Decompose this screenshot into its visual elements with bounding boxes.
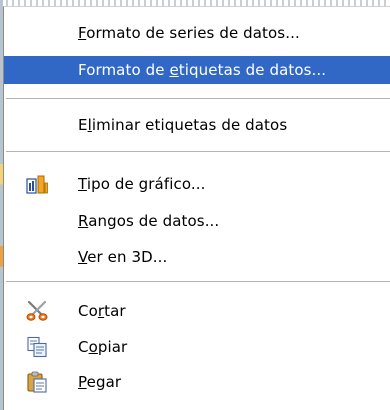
menu-item-format-data-labels[interactable]: Formato de etiquetas de datos... (4, 56, 390, 84)
chart-type-icon (26, 175, 48, 194)
menu-item-label: Formato de series de datos... (78, 24, 300, 42)
menu-item-format-data-series[interactable]: Formato de series de datos... (4, 19, 390, 47)
menu-item-label: Ver en 3D... (78, 248, 168, 266)
paste-icon (27, 371, 47, 393)
menu-item-label: Formato de etiquetas de datos... (78, 61, 327, 79)
copy-icon (27, 336, 47, 358)
menu-separator (6, 151, 390, 152)
menu-item-chart-type[interactable]: Tipo de gráfico... (4, 170, 390, 198)
menu-item-label: Eliminar etiquetas de datos (78, 116, 288, 134)
menu-item-label: Tipo de gráfico... (78, 175, 206, 193)
scissors-icon (26, 300, 48, 321)
menu-item-label: Copiar (78, 338, 128, 356)
menu-item-label: Cortar (78, 302, 126, 320)
menu-separator (6, 98, 390, 99)
menu-item-cut[interactable]: Cortar (4, 297, 390, 325)
menu-item-delete-data-labels[interactable]: Eliminar etiquetas de datos (4, 111, 390, 139)
menu-item-label: Pegar (78, 373, 122, 391)
menu-item-data-ranges[interactable]: Rangos de datos... (4, 207, 390, 235)
menu-item-3d-view[interactable]: Ver en 3D... (4, 243, 390, 271)
context-menu: Formato de series de datos... Formato de… (3, 6, 390, 410)
menu-item-label: Rangos de datos... (78, 212, 220, 230)
menu-item-copy[interactable]: Copiar (4, 333, 390, 361)
menu-separator (6, 281, 390, 282)
menu-item-paste[interactable]: Pegar (4, 368, 390, 396)
